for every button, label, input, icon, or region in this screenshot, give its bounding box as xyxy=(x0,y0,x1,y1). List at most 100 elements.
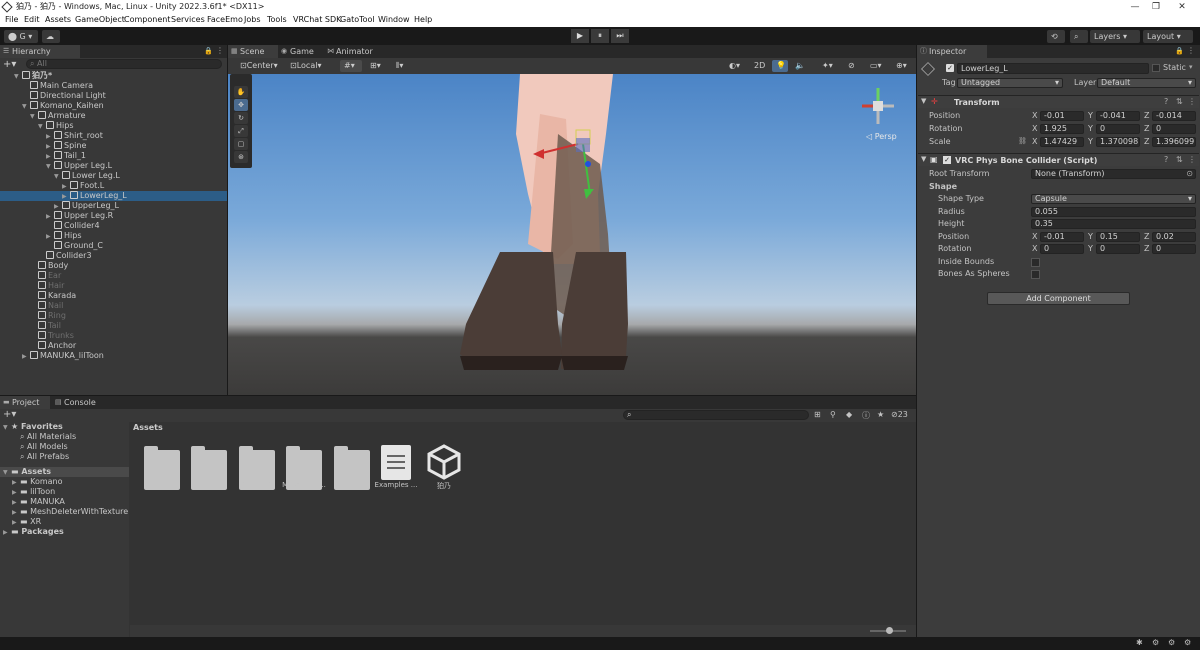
tab-project[interactable]: ▬ Project xyxy=(0,396,50,409)
collider-header[interactable]: ▼ ▣ ✓ VRC Phys Bone Collider (Script) ? … xyxy=(918,153,1199,166)
hierarchy-item[interactable]: Directional Light xyxy=(0,91,227,101)
tab-animator[interactable]: ⋈ Animator xyxy=(324,45,384,58)
camera-icon[interactable]: ▭▾ xyxy=(866,60,888,72)
log-icon[interactable]: ⓘ xyxy=(862,410,870,421)
project-add-icon[interactable]: +▾ xyxy=(3,409,16,420)
transform-header[interactable]: ▼ ✛ Transform ? ⇅ ⋮ xyxy=(918,95,1199,108)
collider-menu-icon[interactable]: ⋮ xyxy=(1188,155,1196,164)
favorite-all-materials[interactable]: ⌕ All Materials xyxy=(20,432,76,442)
status-bug-icon[interactable]: ✱ xyxy=(1136,638,1143,647)
transform-x-field[interactable]: 1.925 xyxy=(1040,124,1084,134)
collider-position-z-field[interactable]: 0.02 xyxy=(1152,232,1196,242)
collider-preset-icon[interactable]: ⇅ xyxy=(1176,155,1183,164)
favorite-all-models[interactable]: ⌕ All Models xyxy=(20,442,68,452)
hierarchy-item[interactable]: ▶ Foot.L xyxy=(0,181,227,191)
hidden-packages-icon[interactable]: ⊘23 xyxy=(891,410,908,419)
hierarchy-item[interactable]: ▶ MANUKA_lilToon xyxy=(0,351,227,361)
transform-menu-icon[interactable]: ⋮ xyxy=(1188,97,1196,106)
constrain-proportions-icon[interactable]: ⛓ xyxy=(1018,137,1027,145)
transform-x-field[interactable]: 1.47429 xyxy=(1040,137,1084,147)
expand-arrow-icon[interactable]: ▶ xyxy=(22,352,30,362)
status-settings-icon[interactable]: ⚙ xyxy=(1184,638,1191,647)
transform-y-field[interactable]: 1.370098 xyxy=(1096,137,1140,147)
menu-edit[interactable]: Edit xyxy=(24,15,40,24)
hierarchy-item[interactable]: Karada xyxy=(0,291,227,301)
hierarchy-item[interactable]: ▶ Hips xyxy=(0,231,227,241)
hierarchy-item[interactable]: Collider3 xyxy=(0,251,227,261)
transform-z-field[interactable]: -0.014 xyxy=(1152,111,1196,121)
hierarchy-item[interactable]: ▼ Lower Leg.L xyxy=(0,171,227,181)
menu-services[interactable]: Services xyxy=(171,15,205,24)
transform-z-field[interactable]: 1.396099 xyxy=(1152,137,1196,147)
scale-tool-icon[interactable]: ⤢ xyxy=(234,125,248,137)
audio-icon[interactable]: 🔈 xyxy=(791,60,807,72)
asset-folder-meshdeleter[interactable]: ▶ ▬ MeshDeleterWithTexture xyxy=(12,507,128,517)
static-checkbox[interactable] xyxy=(1152,64,1160,72)
collider-rotation-y-field[interactable]: 0 xyxy=(1096,244,1140,254)
hierarchy-search-input[interactable]: ⌕ All xyxy=(26,59,222,69)
tag-filter-icon[interactable]: ◆ xyxy=(846,410,852,419)
add-component-button[interactable]: Add Component xyxy=(987,292,1130,305)
hierarchy-item[interactable]: ▼ 狛乃* xyxy=(0,71,227,81)
menu-faceemo[interactable]: FaceEmo xyxy=(207,15,243,24)
more-icon[interactable]: ⋮ xyxy=(216,46,224,55)
search-by-label-icon[interactable]: ⚲ xyxy=(830,410,836,419)
hierarchy-item[interactable]: Ear xyxy=(0,271,227,281)
hierarchy-item[interactable]: ▼ Armature xyxy=(0,111,227,121)
collider-enabled-checkbox[interactable]: ✓ xyxy=(943,156,951,164)
orientation-gizmo-icon[interactable] xyxy=(856,84,900,128)
search-by-type-icon[interactable]: ⊞ xyxy=(814,410,821,419)
collider-position-x-field[interactable]: -0.01 xyxy=(1040,232,1084,242)
lighting-icon[interactable]: 💡 xyxy=(772,60,788,72)
menu-gatotool[interactable]: GatoTool xyxy=(340,15,375,24)
favorites-heading[interactable]: ▼ ★ Favorites xyxy=(3,422,63,432)
unity-scene-icon[interactable] xyxy=(427,444,461,480)
hierarchy-item[interactable]: ▶ Tail_1 xyxy=(0,151,227,161)
status-progress-icon[interactable]: ⚙ xyxy=(1152,638,1159,647)
radius-field[interactable]: 0.055 xyxy=(1031,207,1196,217)
asset-folder-komano[interactable]: ▶ ▬ Komano xyxy=(12,477,63,487)
transform-help-icon[interactable]: ? xyxy=(1164,97,1168,106)
hierarchy-item[interactable]: ▶ Spine xyxy=(0,141,227,151)
close-button[interactable]: ✕ xyxy=(1172,0,1192,14)
hierarchy-item[interactable]: Ground_C xyxy=(0,241,227,251)
tab-hierarchy[interactable]: ☰ Hierarchy xyxy=(0,45,80,58)
effects-icon[interactable]: ✦▾ xyxy=(818,60,840,72)
overlay-menu-button[interactable]: ⫴▾ xyxy=(392,60,414,72)
hierarchy-item[interactable]: ▼ Komano_Kaihen xyxy=(0,101,227,111)
hierarchy-item[interactable]: Anchor xyxy=(0,341,227,351)
grid-snap-button[interactable]: #▾ xyxy=(340,60,362,72)
hierarchy-item[interactable]: ▶ Shirt_root xyxy=(0,131,227,141)
project-search-input[interactable]: ⌕ xyxy=(623,410,809,420)
transform-tool-icon[interactable]: ⊛ xyxy=(234,151,248,163)
hierarchy-item[interactable]: Collider4 xyxy=(0,221,227,231)
collider-rotation-x-field[interactable]: 0 xyxy=(1040,244,1084,254)
file-examples-icon[interactable] xyxy=(381,445,411,480)
gizmos-icon[interactable]: ⊕▾ xyxy=(892,60,914,72)
shape-type-dropdown[interactable]: Capsule ▾ xyxy=(1031,194,1196,204)
hierarchy-item[interactable]: Tail xyxy=(0,321,227,331)
object-name-field[interactable]: LowerLeg_L xyxy=(957,63,1149,74)
rect-tool-icon[interactable]: ▢ xyxy=(234,138,248,150)
collider-rotation-z-field[interactable]: 0 xyxy=(1152,244,1196,254)
collider-position-y-field[interactable]: 0.15 xyxy=(1096,232,1140,242)
tab-inspector[interactable]: ⓘ Inspector xyxy=(917,45,987,58)
active-checkbox[interactable]: ✓ xyxy=(946,64,954,72)
menu-jobs[interactable]: Jobs xyxy=(244,15,261,24)
step-button[interactable]: ⏭ xyxy=(611,29,629,43)
menu-gameobject[interactable]: GameObject xyxy=(75,15,125,24)
hand-tool-icon[interactable]: ✋ xyxy=(234,86,248,98)
inside-bounds-checkbox[interactable] xyxy=(1031,258,1040,267)
add-icon[interactable]: +▾ xyxy=(3,59,16,70)
static-caret-icon[interactable]: ▾ xyxy=(1189,63,1193,71)
space-dropdown[interactable]: ⊡Local▾ xyxy=(286,60,328,72)
visibility-icon[interactable]: ⊘ xyxy=(844,60,860,72)
layers-dropdown[interactable]: Layers ▾ xyxy=(1090,30,1140,43)
asset-folder-xr[interactable]: ▶ ▬ XR xyxy=(12,517,41,527)
inspector-more-icon[interactable]: ⋮ xyxy=(1187,46,1195,55)
account-dropdown[interactable]: ⬤ G ▾ xyxy=(4,30,38,43)
status-network-icon[interactable]: ⚙ xyxy=(1168,638,1175,647)
draw-mode-button[interactable]: ◐▾ xyxy=(725,60,747,72)
persp-label[interactable]: ◁ Persp xyxy=(866,132,897,141)
hierarchy-item[interactable]: ▼ Hips xyxy=(0,121,227,131)
